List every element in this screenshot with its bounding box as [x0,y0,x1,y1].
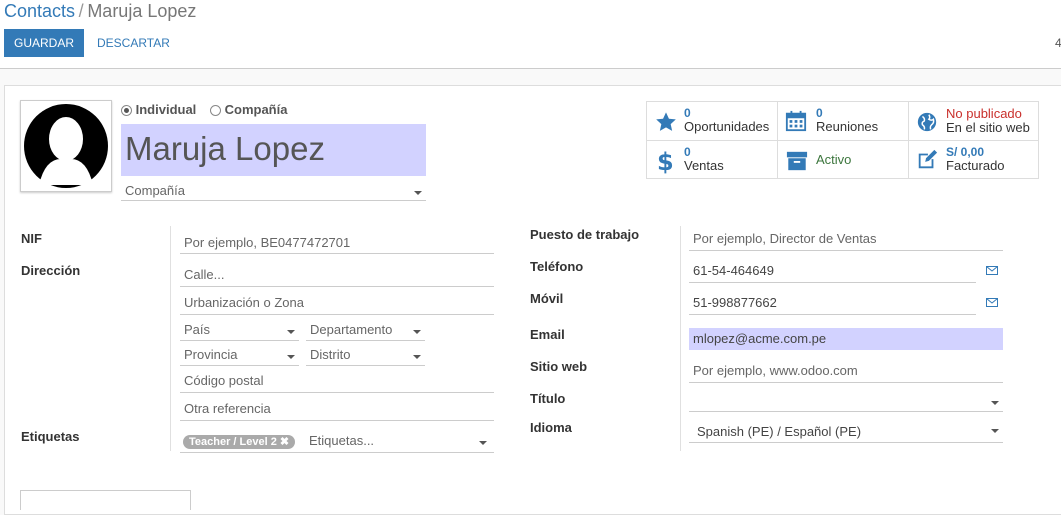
breadcrumb-current: Maruja Lopez [87,1,197,21]
mobile-input[interactable]: 51-998877662 [689,292,976,315]
edit-icon [918,149,938,169]
job-placeholder: Por ejemplo, Director de Ventas [693,231,877,246]
save-button[interactable]: GUARDAR [4,29,85,57]
control-panel: Contacts / Maruja Lopez GUARDAR DESCARTA… [0,0,1061,69]
opportunities-button[interactable]: 0 Oportunidades [647,102,777,140]
archive-icon [786,151,808,171]
chevron-down-icon [413,355,421,359]
tag-badge[interactable]: Teacher / Level 2 ✖ [183,435,296,449]
chevron-down-icon [413,330,421,334]
title-select[interactable] [689,390,1003,412]
opportunities-label: Oportunidades [684,119,770,134]
address-label: Dirección [21,263,81,278]
breadcrumb: Contacts / Maruja Lopez [4,1,196,22]
active-toggle-button[interactable]: Activo [778,141,908,179]
tags-placeholder: Etiquetas... [309,433,375,448]
title-label: Título [530,391,566,406]
column-divider [680,226,681,451]
country-select[interactable]: País [180,320,299,341]
sales-label: Ventas [684,158,724,173]
phone-value: 61-54-464649 [693,263,774,278]
envelope-icon[interactable] [986,266,998,275]
type-radio-company[interactable]: Compañía [210,102,287,117]
company-select[interactable]: Compañía [121,182,426,201]
tag-label: Teacher / Level 2 [189,436,277,448]
smart-buttons: 0 Oportunidades 0 Reuniones No publicado… [646,101,1039,179]
email-input[interactable]: mlopez@acme.com.pe [689,328,1003,350]
name-input[interactable]: Maruja Lopez [121,124,426,176]
meetings-label: Reuniones [816,119,879,134]
province-placeholder: Provincia [184,347,238,362]
state-placeholder: Departamento [310,322,393,337]
radio-unselected-icon [210,105,221,117]
meetings-button[interactable]: 0 Reuniones [778,102,908,140]
chevron-down-icon [414,191,422,195]
district-select[interactable]: Distrito [306,345,425,366]
chevron-down-icon [991,401,999,405]
website-publish-button[interactable]: No publicado En el sitio web [909,102,1039,140]
email-label: Email [530,327,565,342]
discard-button[interactable]: DESCARTAR [97,36,170,50]
column-divider [170,226,171,451]
name-value: Maruja Lopez [125,130,325,167]
mobile-value: 51-998877662 [693,295,777,310]
website-input[interactable]: Por ejemplo, www.odoo.com [689,360,1003,383]
language-value: Spanish (PE) / Español (PE) [697,424,862,439]
tags-label: Etiquetas [21,429,80,444]
email-value: mlopez@acme.com.pe [693,331,827,346]
breadcrumb-contacts-link[interactable]: Contacts [4,1,75,21]
street-input[interactable]: Calle... [180,264,494,287]
street-placeholder: Calle... [184,267,225,282]
nif-input[interactable]: Por ejemplo, BE0477472701 [180,232,494,254]
tag-remove-icon[interactable]: ✖ [280,436,289,448]
nif-label: NIF [21,231,42,246]
chevron-down-icon [287,355,295,359]
breadcrumb-separator: / [78,1,84,21]
star-icon [656,112,676,131]
avatar[interactable] [20,100,112,192]
country-placeholder: País [184,322,211,337]
website-label: En el sitio web [946,120,1030,135]
dollar-icon: $ [657,148,673,174]
radio-individual-label: Individual [135,102,197,117]
nif-placeholder: Por ejemplo, BE0477472701 [184,235,351,250]
active-label: Activo [816,152,852,167]
language-label: Idioma [530,420,572,435]
website-status: No publicado [946,106,1022,121]
reference-placeholder: Otra referencia [184,401,271,416]
zip-placeholder: Código postal [184,373,264,388]
company-placeholder: Compañía [125,183,185,198]
job-input[interactable]: Por ejemplo, Director de Ventas [689,228,1003,251]
website-label-field: Sitio web [530,359,588,374]
chevron-down-icon [287,330,295,334]
language-select[interactable]: Spanish (PE) / Español (PE) [689,420,1003,443]
svg-text:$: $ [657,148,673,174]
street2-placeholder: Urbanización o Zona [184,295,304,310]
district-placeholder: Distrito [310,347,351,362]
invoiced-label: Facturado [946,158,1005,173]
phone-input[interactable]: 61-54-464649 [689,260,976,283]
zip-input[interactable]: Código postal [180,370,494,393]
state-select[interactable]: Departamento [306,320,425,341]
sales-button[interactable]: $ 0 Ventas [647,141,777,179]
avatar-placeholder-icon [24,104,108,188]
radio-selected-icon [121,105,132,117]
notebook-tab-active[interactable] [20,490,191,510]
chevron-down-icon [479,441,487,445]
province-select[interactable]: Provincia [180,345,299,366]
chevron-down-icon [991,429,999,433]
calendar-icon [785,110,807,132]
pager-value[interactable]: 4 [1055,36,1061,50]
globe-icon [917,112,937,132]
street2-input[interactable]: Urbanización o Zona [180,292,494,315]
mobile-label: Móvil [530,291,564,306]
radio-company-label: Compañía [224,102,288,117]
envelope-icon[interactable] [986,298,998,307]
phone-label: Teléfono [530,259,584,274]
type-radio-individual[interactable]: Individual [121,102,196,117]
invoiced-button[interactable]: S/ 0,00 Facturado [909,141,1039,179]
website-placeholder: Por ejemplo, www.odoo.com [693,363,858,378]
reference-input[interactable]: Otra referencia [180,398,494,421]
job-label: Puesto de trabajo [530,227,640,242]
